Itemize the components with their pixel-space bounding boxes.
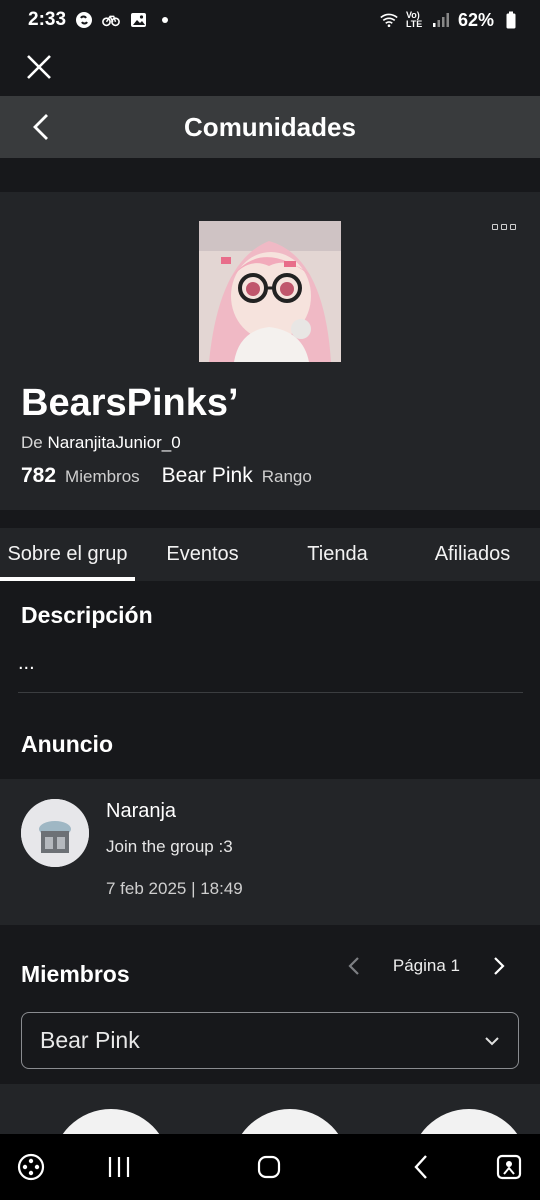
rank-label: Rango: [261, 467, 312, 486]
more-dot-icon: [510, 224, 516, 230]
group-stats: 782 Miembros Bear Pink Rango: [21, 464, 312, 488]
tab-events[interactable]: Eventos: [135, 528, 270, 581]
group-owner: De NaranjitaJunior_0: [21, 433, 181, 453]
members-title: Miembros: [21, 961, 130, 987]
page-label: Página 1: [392, 956, 460, 975]
image-icon: [129, 11, 147, 29]
battery-percent: 62%: [457, 9, 494, 30]
next-page-button[interactable]: [488, 952, 510, 980]
gamepad-icon: [17, 1153, 45, 1181]
more-options-button[interactable]: [492, 224, 516, 230]
chevron-left-icon: [348, 957, 359, 975]
back-button[interactable]: [26, 111, 56, 143]
dot-icon: [156, 11, 174, 29]
game-launcher-button[interactable]: [14, 1150, 48, 1184]
rank-value: Bear Pink: [161, 464, 253, 487]
tab-affiliates[interactable]: Afiliados: [405, 528, 540, 581]
lock-hand-icon: [496, 1154, 522, 1180]
accessibility-button[interactable]: [492, 1150, 526, 1184]
announcement-message: Join the group :3: [106, 837, 233, 856]
more-dot-icon: [492, 224, 498, 230]
tab-about[interactable]: Sobre el grup: [0, 528, 135, 581]
members-list: [0, 1084, 540, 1134]
announcement-date: 7 feb 2025 | 18:49: [106, 879, 243, 898]
owner-prefix: De: [21, 433, 43, 452]
system-nav-bar: [0, 1134, 540, 1200]
back-nav-button[interactable]: [404, 1150, 438, 1184]
chevron-left-icon: [33, 114, 48, 140]
description-text: ...: [18, 652, 35, 674]
prev-page-button[interactable]: [343, 952, 365, 980]
group-name: BearsPinks’: [21, 382, 239, 424]
member-avatar[interactable]: [231, 1109, 349, 1134]
battery-icon: [502, 11, 520, 29]
chevron-left-icon: [414, 1155, 427, 1179]
close-button[interactable]: [22, 50, 56, 84]
close-icon: [27, 55, 51, 79]
volte-icon: Vo) LTE: [405, 10, 423, 29]
chevron-down-icon: [484, 1036, 500, 1046]
member-avatar[interactable]: [410, 1109, 528, 1134]
group-header: BearsPinks’ De NaranjitaJunior_0 782 Mie…: [0, 192, 540, 510]
member-count: 782: [21, 464, 57, 487]
chevron-right-icon: [494, 957, 505, 975]
wifi-icon: [380, 11, 398, 29]
page-title: Comunidades: [184, 111, 356, 142]
recents-icon: [108, 1157, 130, 1177]
group-icon-image: [199, 221, 341, 362]
recents-button[interactable]: [102, 1150, 136, 1184]
announcement-title: Anuncio: [21, 731, 113, 757]
signal-icon: [432, 11, 450, 29]
announcement-card: Naranja Join the group :3 7 feb 2025 | 1…: [0, 779, 540, 925]
tab-bar: Sobre el grup Eventos Tienda Afiliados: [0, 528, 540, 581]
status-time: 2:33: [28, 9, 67, 30]
announcement-author[interactable]: Naranja: [106, 800, 176, 823]
bicycle-icon: [102, 11, 120, 29]
members-label: Miembros: [65, 467, 140, 486]
more-dot-icon: [501, 224, 507, 230]
avatar[interactable]: [21, 799, 89, 867]
rank-dropdown[interactable]: Bear Pink: [21, 1012, 519, 1069]
top-bar: Comunidades: [0, 96, 540, 158]
rank-dropdown-value: Bear Pink: [40, 1027, 140, 1053]
home-icon: [257, 1155, 281, 1179]
description-title: Descripción: [21, 602, 153, 628]
status-bar: 2:33 Vo) LTE 62%: [0, 0, 540, 40]
home-button[interactable]: [252, 1150, 286, 1184]
divider: [18, 692, 523, 693]
owner-link[interactable]: NaranjitaJunior_0: [47, 433, 180, 452]
tab-store[interactable]: Tienda: [270, 528, 405, 581]
member-avatar[interactable]: [52, 1109, 170, 1134]
shazam-icon: [75, 11, 93, 29]
pagination: Página 1: [343, 952, 510, 980]
